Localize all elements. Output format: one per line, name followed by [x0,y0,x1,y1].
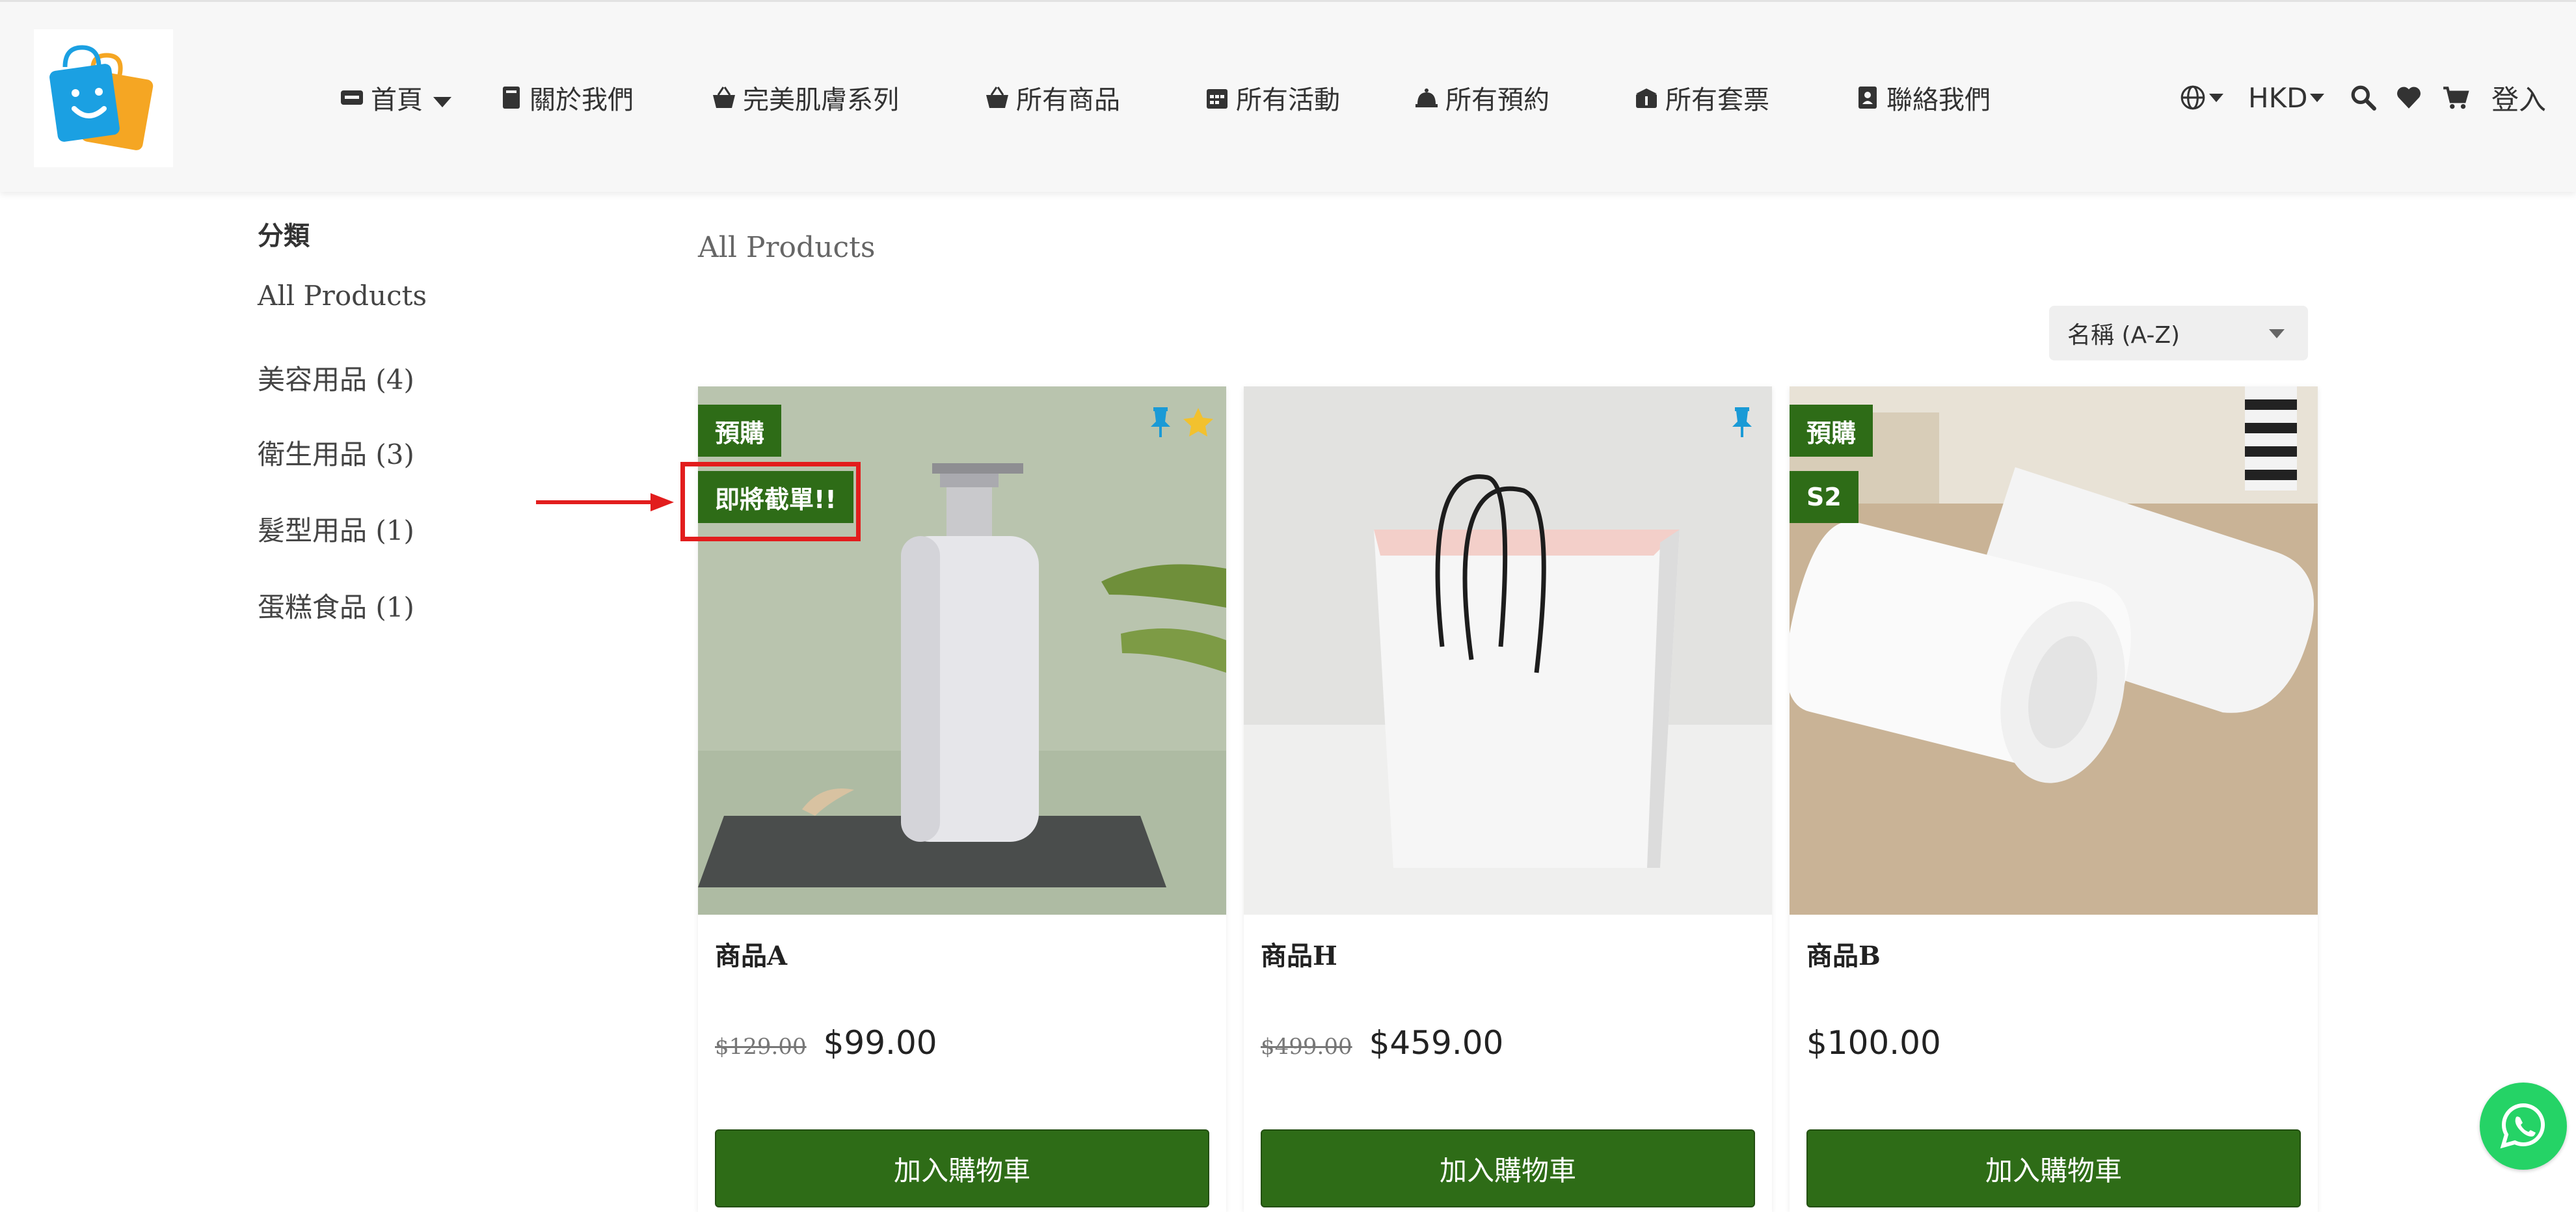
whatsapp-icon [2500,1103,2545,1149]
wishlist-button[interactable] [2395,75,2422,120]
pin-icon [1732,407,1752,437]
annotation-highlight-box [680,462,861,541]
nav-all-events[interactable]: 所有活動 [1202,75,1340,120]
chevron-down-icon[interactable] [433,97,451,107]
login-label: 登入 [2491,83,2547,116]
breadcrumb: All Products [698,231,876,264]
nav-about-label: 關於我們 [530,85,634,115]
category-all-products[interactable]: All Products [258,280,427,312]
language-selector[interactable] [2179,75,2223,120]
sale-price: $99.00 [823,1024,937,1062]
nav-all-products[interactable]: 所有商品 [982,75,1120,120]
nav-all-tickets[interactable]: 所有套票 [1631,75,1769,120]
nav-skin-series[interactable]: 完美肌膚系列 [709,75,899,120]
nav-all-bookings-label: 所有預約 [1445,85,1550,115]
contact-book-icon [1853,83,1883,113]
product-card[interactable]: 預購 S2 商品B $100.00 加入購物車 [1790,386,2318,1212]
nav-all-bookings[interactable]: 所有預約 [1412,75,1550,120]
product-name[interactable]: 商品B [1806,935,1881,973]
currency-label: HKD [2248,81,2308,114]
site-logo[interactable] [34,29,173,167]
login-link[interactable]: 登入 [2491,75,2546,120]
calendar-icon [1202,83,1232,113]
heart-icon [2395,84,2422,111]
cart-button[interactable] [2442,75,2469,120]
original-price: $129.00 [715,1034,807,1060]
category-hair[interactable]: 髮型用品 (1) [258,509,414,548]
nav-all-products-label: 所有商品 [1016,85,1120,115]
price-row: $499.00 $459.00 [1261,1024,1503,1062]
book-icon [496,83,526,113]
currency-selector[interactable]: HKD [2248,75,2325,120]
category-hygiene[interactable]: 衛生用品 (3) [258,433,414,472]
product-image[interactable] [1790,386,2318,915]
add-to-cart-button[interactable]: 加入購物車 [1261,1129,1755,1207]
product-card[interactable]: 商品H $499.00 $459.00 加入購物車 [1244,386,1772,1212]
add-to-cart-button[interactable]: 加入購物車 [715,1129,1209,1207]
sort-select[interactable]: 名稱 (A-Z) [2049,306,2308,360]
home-icon [337,83,367,113]
globe-icon [2179,84,2207,111]
nav-skin-series-label: 完美肌膚系列 [743,85,899,115]
product-name[interactable]: 商品A [715,935,787,973]
annotation-arrow-icon [536,493,674,511]
chevron-down-icon [2269,329,2285,338]
s2-badge: S2 [1790,471,1858,523]
ticket-icon [1631,83,1661,113]
product-image[interactable] [1244,386,1772,915]
preorder-badge: 預購 [1790,405,1873,457]
price-row: $100.00 [1806,1024,1941,1062]
search-button[interactable] [2350,75,2377,120]
nav-about[interactable]: 關於我們 [496,75,634,120]
nav-contact[interactable]: 聯絡我們 [1853,75,1991,120]
rolled-towels-image [1790,386,2318,915]
whatsapp-button[interactable] [2480,1083,2567,1170]
nav-contact-label: 聯絡我們 [1886,85,1991,115]
star-icon [1183,408,1213,437]
add-to-cart-button[interactable]: 加入購物車 [1806,1129,2301,1207]
category-beauty[interactable]: 美容用品 (4) [258,358,414,397]
product-name[interactable]: 商品H [1261,935,1337,973]
sort-value: 名稱 (A-Z) [2067,322,2180,349]
preorder-badge: 預購 [698,405,782,457]
category-title: 分類 [258,221,310,251]
site-header: 首頁 關於我們 完美肌膚系列 所有商品 所有活動 所有預約 所有套票 聯絡我們 … [0,0,2576,192]
original-price: $499.00 [1261,1034,1352,1060]
basket-icon [982,83,1012,113]
price-row: $129.00 $99.00 [715,1024,937,1062]
nav-all-events-label: 所有活動 [1236,85,1340,115]
category-cake[interactable]: 蛋糕食品 (1) [258,586,414,625]
pin-icon [1151,407,1170,437]
nav-home[interactable]: 首頁 [337,75,451,120]
paper-bag-image [1244,386,1772,915]
chevron-down-icon [2310,93,2325,102]
basket-icon [709,83,739,113]
search-icon [2350,84,2377,111]
chevron-down-icon [2209,93,2223,102]
sale-price: $459.00 [1369,1024,1504,1062]
cart-icon [2442,84,2469,111]
price: $100.00 [1806,1024,1941,1062]
nav-home-label: 首頁 [371,85,423,115]
shopping-bag-logo-icon [34,29,173,167]
nav-all-tickets-label: 所有套票 [1665,85,1769,115]
bell-icon [1412,83,1442,113]
